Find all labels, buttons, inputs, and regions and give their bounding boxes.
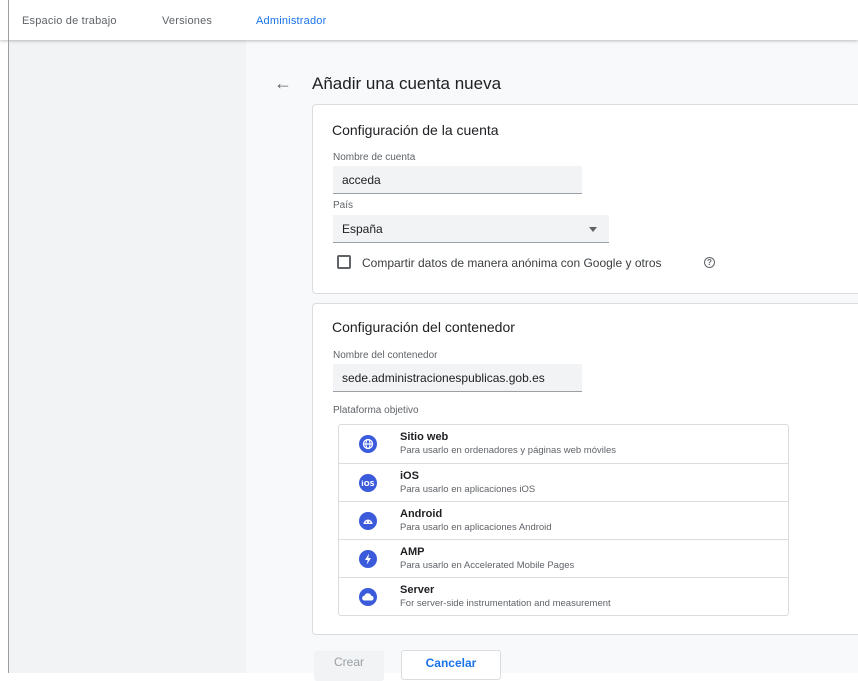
platform-item-amp[interactable]: AMP Para usarlo en Accelerated Mobile Pa…	[339, 539, 788, 577]
platform-description: Para usarlo en aplicaciones iOS	[400, 484, 536, 495]
platform-item-server[interactable]: Server For server-side instrumentation a…	[339, 577, 788, 615]
platform-description: Para usarlo en aplicaciones Android	[400, 522, 552, 533]
tab-administrador[interactable]: Administrador	[256, 15, 326, 27]
left-side-panel	[8, 40, 246, 673]
create-button[interactable]: Crear	[314, 651, 384, 681]
top-navigation-bar: Espacio de trabajo Versiones Administrad…	[0, 0, 858, 40]
cancel-button[interactable]: Cancelar	[401, 650, 501, 680]
platform-name: iOS	[400, 470, 419, 482]
account-config-title: Configuración de la cuenta	[332, 122, 499, 138]
share-data-checkbox[interactable]	[337, 255, 351, 269]
android-icon	[359, 512, 377, 530]
tab-versiones[interactable]: Versiones	[162, 15, 212, 27]
platform-item-web[interactable]: Sitio web Para usarlo en ordenadores y p…	[339, 425, 788, 463]
server-icon	[359, 588, 377, 606]
page-title: Añadir una cuenta nueva	[312, 74, 502, 93]
dropdown-arrow-icon	[589, 227, 597, 232]
platform-name: Server	[400, 584, 435, 596]
container-name-input[interactable]: sede.administracionespublicas.gob.es	[333, 364, 582, 392]
amp-icon	[359, 550, 377, 568]
platform-description: Para usarlo en ordenadores y páginas web…	[400, 445, 616, 456]
back-arrow-icon[interactable]: ←	[274, 73, 292, 93]
container-name-label: Nombre del contenedor	[333, 350, 438, 361]
country-label: País	[333, 200, 354, 211]
tab-espacio-de-trabajo[interactable]: Espacio de trabajo	[22, 15, 117, 27]
container-config-title: Configuración del contenedor	[332, 319, 515, 335]
help-circle-icon[interactable]: ?	[704, 257, 715, 268]
platform-name: Android	[400, 508, 443, 520]
platform-description: Para usarlo en Accelerated Mobile Pages	[400, 560, 575, 571]
platform-item-ios[interactable]: iOS iOS Para usarlo en aplicaciones iOS	[339, 463, 788, 501]
window-frame-border	[8, 0, 9, 673]
country-select-value: España	[342, 222, 383, 236]
ios-icon: iOS	[359, 474, 377, 492]
platform-description: For server-side instrumentation and meas…	[400, 598, 611, 609]
platform-item-android[interactable]: Android Para usarlo en aplicaciones Andr…	[339, 501, 788, 539]
platform-name: Sitio web	[400, 431, 449, 443]
globe-icon	[359, 435, 377, 453]
platform-list: Sitio web Para usarlo en ordenadores y p…	[338, 424, 789, 616]
platform-name: AMP	[400, 546, 425, 558]
platform-label: Plataforma objetivo	[333, 405, 419, 416]
country-select[interactable]: España	[333, 215, 609, 243]
share-data-label: Compartir datos de manera anónima con Go…	[362, 256, 662, 270]
svg-text:iOS: iOS	[361, 480, 374, 488]
account-name-label: Nombre de cuenta	[333, 152, 416, 163]
account-name-input[interactable]: acceda	[333, 166, 582, 194]
